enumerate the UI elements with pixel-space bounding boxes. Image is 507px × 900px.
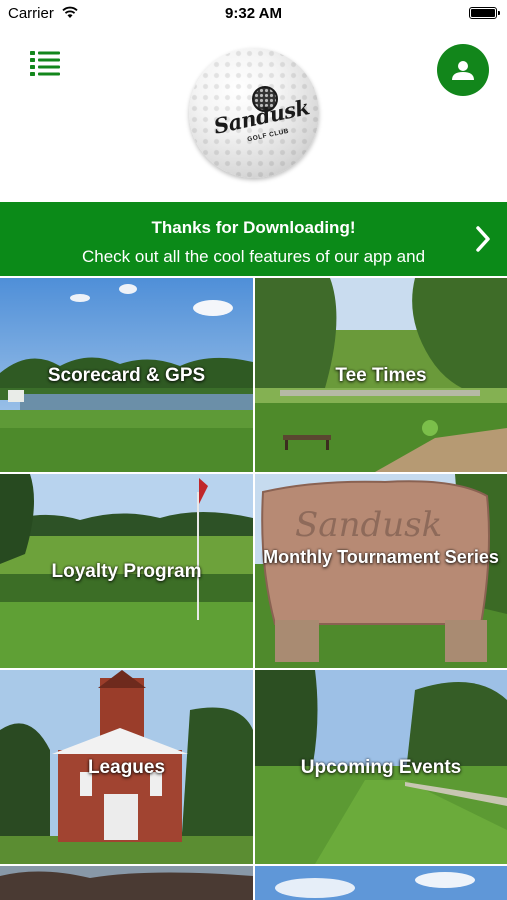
tile-loyalty-program[interactable]: Loyalty Program [0, 474, 253, 668]
tile-leagues[interactable]: Leagues [0, 670, 253, 864]
tile-label: Tee Times [335, 365, 427, 386]
clock: 9:32 AM [225, 5, 282, 22]
tile-monthly-tournament-series[interactable]: Sandusk Monthly Tournament Series [255, 474, 507, 668]
list-icon[interactable] [30, 50, 60, 76]
tile-upcoming-events[interactable]: Upcoming Events [255, 670, 507, 864]
svg-text:Sandusk: Sandusk [295, 505, 442, 545]
tile-label: Leagues [87, 757, 166, 778]
tile-tee-times[interactable]: Tee Times [255, 278, 507, 472]
sky-photo [255, 866, 507, 900]
tile-partial-right[interactable] [255, 866, 507, 900]
tile-scorecard-gps[interactable]: Scorecard & GPS [0, 278, 253, 472]
banner-title: Thanks for Downloading! [151, 218, 356, 237]
battery-icon [469, 7, 500, 19]
tile-label: Monthly Tournament Series [263, 547, 499, 567]
user-icon [452, 61, 474, 80]
chevron-right-icon[interactable] [476, 226, 490, 252]
club-sign-photo: Sandusk [255, 474, 507, 668]
tile-partial-left[interactable] [0, 866, 253, 900]
status-bar: Carrier 9:32 AM [0, 0, 507, 28]
tile-label: Loyalty Program [51, 561, 202, 582]
club-logo: Sandusk GOLF CLUB [189, 48, 319, 178]
banner-message: Check out all the cool features of our a… [81, 247, 426, 266]
profile-button[interactable] [437, 44, 489, 96]
trees-photo [0, 866, 253, 900]
welcome-banner[interactable]: Thanks for Downloading! Check out all th… [0, 202, 507, 276]
tile-label: Upcoming Events [300, 757, 462, 778]
tile-label: Scorecard & GPS [47, 365, 206, 386]
